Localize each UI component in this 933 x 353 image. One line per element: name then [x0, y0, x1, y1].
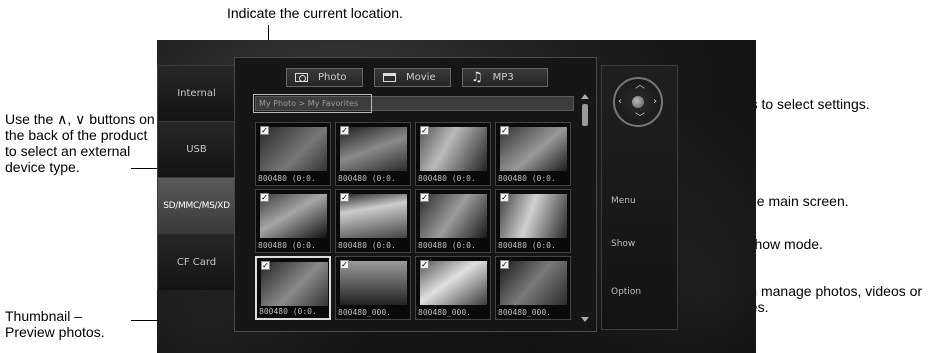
- option-button[interactable]: Option: [611, 287, 641, 297]
- arrow-up-icon[interactable]: ︿: [635, 81, 645, 91]
- arrow-right-icon[interactable]: ›: [653, 97, 657, 107]
- thumbnail-caption: 800480 (0:0.: [418, 241, 476, 250]
- source-label: CF Card: [176, 256, 217, 268]
- arrow-left-icon[interactable]: ‹: [618, 97, 622, 107]
- thumbnail-caption: 800480 (0:0.: [258, 241, 316, 250]
- checkbox-icon[interactable]: ✓: [500, 126, 509, 135]
- thumbnail-image: [260, 127, 327, 171]
- direction-pad[interactable]: ︿ ﹀ ‹ ›: [613, 77, 663, 127]
- tab-movie[interactable]: Movie: [374, 68, 451, 87]
- show-button[interactable]: Show: [611, 239, 635, 249]
- source-panel: Internal USB SD/MMC/MS/XD CF Card: [157, 65, 235, 290]
- thumbnail-caption: 800480_000.: [338, 308, 391, 317]
- source-usb[interactable]: USB: [158, 122, 235, 178]
- source-label: Internal: [177, 88, 216, 99]
- film-icon: [383, 73, 396, 82]
- thumbnail-caption: 800480 (0:0.: [418, 174, 476, 183]
- checkbox-icon[interactable]: ✓: [420, 126, 429, 135]
- thumbnail-caption: 800480 (0:0.: [338, 174, 396, 183]
- arrow-down-icon[interactable]: ﹀: [635, 114, 645, 124]
- thumbnail-item[interactable]: ✓ 800480 (0:0.: [335, 189, 411, 253]
- checkbox-icon[interactable]: ✓: [340, 126, 349, 135]
- checkbox-icon[interactable]: ✓: [500, 193, 509, 202]
- thumbnail-item[interactable]: ✓ 800480 (0:0.: [255, 256, 331, 320]
- checkbox-icon[interactable]: ✓: [340, 193, 349, 202]
- thumbnail-image: [340, 127, 407, 171]
- thumbnail-item[interactable]: ✓ 800480 (0:0.: [255, 189, 331, 253]
- thumbnail-item[interactable]: ✓ 800480 (0:0.: [495, 189, 571, 253]
- thumbnail-item[interactable]: ✓ 800480 (0:0.: [255, 122, 331, 186]
- checkbox-icon[interactable]: ✓: [420, 193, 429, 202]
- thumbnail-image: [420, 194, 487, 238]
- tab-label: MP3: [492, 72, 514, 83]
- thumbnail-caption: 800480 (0:0.: [498, 241, 556, 250]
- thumbnail-image: [340, 194, 407, 238]
- source-sd-mmc-ms-xd[interactable]: SD/MMC/MS/XD: [158, 178, 235, 234]
- select-center-icon[interactable]: [632, 96, 644, 108]
- thumbnail-item[interactable]: ✓ 800480 (0:0.: [495, 122, 571, 186]
- thumbnail-item[interactable]: ✓ 800480_000.: [495, 256, 571, 320]
- tab-label: Photo: [318, 72, 347, 83]
- source-label: USB: [186, 144, 207, 155]
- thumbnail-caption: 800480 (0:0.: [338, 241, 396, 250]
- checkbox-icon[interactable]: ✓: [260, 126, 269, 135]
- checkbox-icon[interactable]: ✓: [260, 193, 269, 202]
- checkbox-icon[interactable]: ✓: [340, 260, 349, 269]
- thumbnail-caption: 800480_000.: [498, 308, 551, 317]
- thumbnail-image: [420, 127, 487, 171]
- camera-icon: [295, 73, 308, 82]
- thumbnail-image: [500, 127, 567, 171]
- checkbox-icon[interactable]: ✓: [500, 260, 509, 269]
- tab-label: Movie: [406, 72, 436, 83]
- tab-mp3[interactable]: ♫ MP3: [462, 68, 548, 87]
- thumbnail-image: [261, 262, 328, 306]
- annotation-thumbnail: Thumbnail – Preview photos.: [5, 308, 105, 340]
- music-note-icon: ♫: [471, 70, 483, 85]
- source-internal[interactable]: Internal: [158, 66, 235, 122]
- source-label: SD/MMC/MS/XD: [163, 200, 230, 211]
- thumbnail-caption: 800480 (0:0.: [258, 174, 316, 183]
- thumbnail-item[interactable]: ✓ 800480_000.: [335, 256, 411, 320]
- menu-button[interactable]: Menu: [611, 196, 636, 206]
- thumbnail-image: [500, 194, 567, 238]
- scroll-up-arrow-icon[interactable]: [581, 94, 589, 99]
- checkbox-icon[interactable]: ✓: [420, 260, 429, 269]
- leader-line-source: [131, 168, 157, 169]
- location-highlight: [253, 94, 372, 113]
- thumbnail-caption: 800480_000.: [418, 308, 471, 317]
- thumbnail-image: [260, 194, 327, 238]
- thumbnail-image: [340, 261, 407, 305]
- thumbnail-item[interactable]: ✓ 800480_000.: [415, 256, 491, 320]
- checkbox-icon[interactable]: ✓: [261, 261, 270, 270]
- scroll-down-arrow-icon[interactable]: [581, 317, 589, 322]
- thumbnail-item[interactable]: ✓ 800480 (0:0.: [415, 189, 491, 253]
- thumbnail-item[interactable]: ✓ 800480 (0:0.: [415, 122, 491, 186]
- scroll-thumb[interactable]: [582, 104, 588, 126]
- thumbnail-item[interactable]: ✓ 800480 (0:0.: [335, 122, 411, 186]
- thumbnail-image: [420, 261, 487, 305]
- thumbnail-caption: 800480 (0:0.: [498, 174, 556, 183]
- source-cf-card[interactable]: CF Card: [158, 234, 235, 290]
- annotation-location: Indicate the current location.: [227, 5, 403, 21]
- thumbnail-caption: 800480 (0:0.: [259, 307, 317, 316]
- annotation-source-select: Use the ∧, ∨ buttons on the back of the …: [5, 111, 155, 175]
- thumbnail-image: [500, 261, 567, 305]
- scrollbar[interactable]: [581, 94, 590, 322]
- tab-photo[interactable]: Photo: [286, 68, 363, 87]
